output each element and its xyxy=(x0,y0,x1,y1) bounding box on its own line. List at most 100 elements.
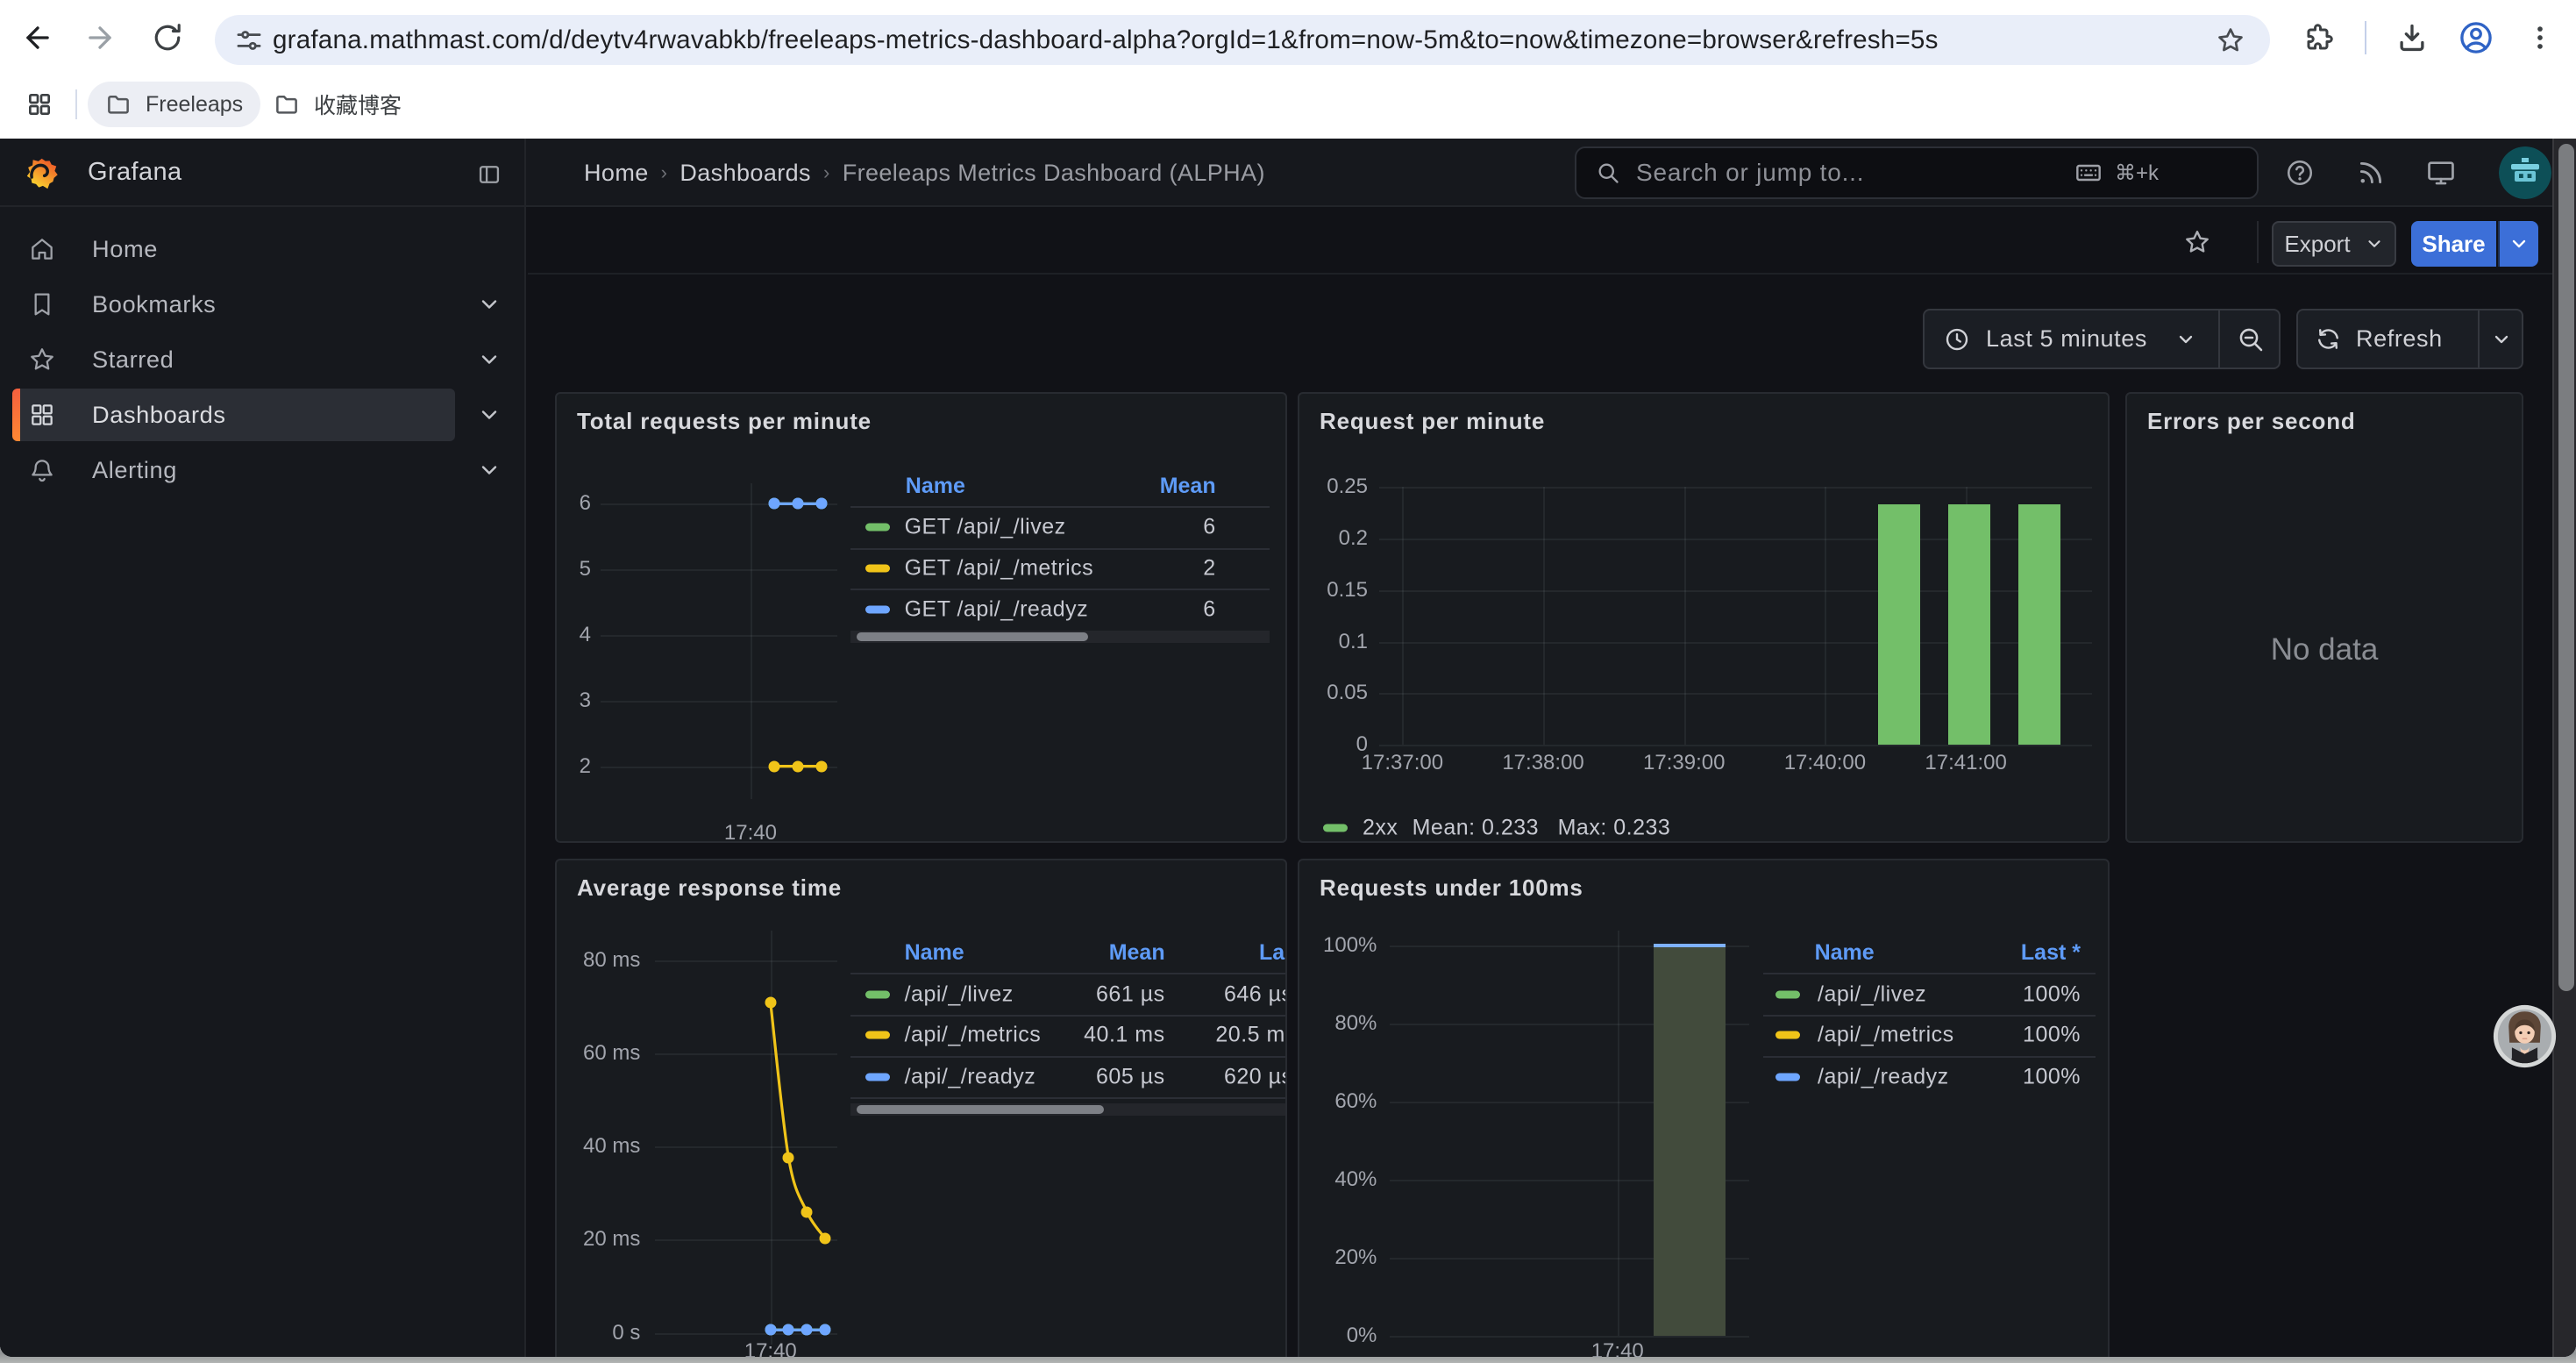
legend-series-name[interactable]: /api/_/readyz xyxy=(905,1064,1036,1089)
legend-series-name[interactable]: /api/_/livez xyxy=(1818,981,1926,1007)
time-range-picker[interactable]: Last 5 minutes xyxy=(1923,309,2281,369)
apps-grid-icon[interactable] xyxy=(19,84,60,125)
user-avatar[interactable] xyxy=(2499,146,2551,199)
sidebar-item-starred[interactable]: Starred xyxy=(0,332,526,388)
share-menu-button[interactable] xyxy=(2498,221,2538,267)
toolbar-divider xyxy=(2257,221,2259,263)
help-icon[interactable] xyxy=(2285,158,2315,188)
nav-highlight xyxy=(12,333,455,386)
x-axis-tick: 17:39:00 xyxy=(1643,751,1725,775)
rss-icon[interactable] xyxy=(2356,158,2386,188)
gridline xyxy=(1402,487,1404,745)
url-bar[interactable]: grafana.mathmast.com/d/deytv4rwavabkb/fr… xyxy=(215,15,2270,65)
x-axis-tick: 17:37:00 xyxy=(1362,751,1443,775)
profile-icon[interactable] xyxy=(2456,18,2496,58)
breadcrumb-dashboards[interactable]: Dashboards xyxy=(680,160,811,187)
panel-average-response-time[interactable]: Average response time 80 ms60 ms40 ms20 … xyxy=(555,859,1287,1357)
reload-button[interactable] xyxy=(147,18,188,58)
legend-series-mean: 605 µs xyxy=(1060,1064,1165,1089)
legend-separator xyxy=(850,589,1270,590)
series-point xyxy=(765,1324,776,1336)
url-text: grafana.mathmast.com/d/deytv4rwavabkb/fr… xyxy=(273,15,1939,65)
series-point xyxy=(801,1324,813,1336)
chevron-right-icon: › xyxy=(661,161,668,184)
browser-window: grafana.mathmast.com/d/deytv4rwavabkb/fr… xyxy=(0,0,2576,1357)
grafana-logo[interactable] xyxy=(25,155,60,190)
y-axis-tick: 80% xyxy=(1299,1011,1377,1036)
y-axis-tick: 0.1 xyxy=(1299,630,1368,654)
chevron-down-icon[interactable] xyxy=(477,347,502,372)
search-placeholder: Search or jump to... xyxy=(1636,159,1864,187)
menu-kebab-icon[interactable] xyxy=(2520,18,2560,58)
legend-series-name[interactable]: /api/_/metrics xyxy=(905,1023,1042,1048)
chevron-down-icon[interactable] xyxy=(477,458,502,482)
refresh-label: Refresh xyxy=(2356,325,2443,353)
bookmark-star-icon[interactable] xyxy=(2210,20,2251,61)
group-divider xyxy=(2218,310,2220,368)
refresh-controls[interactable]: Refresh xyxy=(2296,309,2523,369)
bookmark-label: Freeleaps xyxy=(146,92,243,118)
sidebar-item-home[interactable]: Home xyxy=(0,222,526,277)
legend-series-name[interactable]: GET /api/_/livez xyxy=(905,515,1066,540)
sidebar-item-alerting[interactable]: Alerting xyxy=(0,443,526,498)
legend-separator xyxy=(1763,1056,2096,1058)
collapse-sidebar-icon[interactable] xyxy=(477,161,502,186)
brand-title: Grafana xyxy=(88,139,182,207)
sidebar-item-dashboards[interactable]: Dashboards xyxy=(0,388,526,443)
legend-series-mean: 40.1 ms xyxy=(1060,1023,1165,1048)
legend-series-name[interactable]: GET /api/_/metrics xyxy=(905,555,1094,581)
panel-errors-per-second[interactable]: Errors per second No data xyxy=(2125,392,2523,843)
y-axis-tick: 60% xyxy=(1299,1089,1377,1114)
breadcrumb-current: Freeleaps Metrics Dashboard (ALPHA) xyxy=(843,160,1265,187)
series-point xyxy=(783,1324,794,1336)
legend-series-name[interactable]: GET /api/_/readyz xyxy=(905,597,1089,623)
legend-swatch xyxy=(1323,824,1348,832)
chevron-down-icon[interactable] xyxy=(477,403,502,427)
zoom-out-icon[interactable] xyxy=(2237,325,2265,353)
bell-icon xyxy=(28,456,56,484)
favorite-star-icon[interactable] xyxy=(2183,228,2211,256)
legend-series-mean: 661 µs xyxy=(1060,981,1165,1007)
downloads-icon[interactable] xyxy=(2392,18,2432,58)
legend-series-last: 620 µs xyxy=(1224,1064,1287,1089)
nav-highlight xyxy=(12,389,455,441)
panel-title: Requests under 100ms xyxy=(1320,874,1583,902)
nav-highlight xyxy=(12,444,455,496)
forward-button[interactable] xyxy=(80,18,120,58)
bookmark-folder-blogs[interactable]: 收藏博客 xyxy=(256,82,419,127)
chevron-down-icon xyxy=(2175,329,2196,350)
site-settings-icon[interactable] xyxy=(229,20,269,61)
apps-icon xyxy=(28,401,56,429)
legend-series-name: 2xx xyxy=(1363,816,1398,841)
legend-header-last: Last * xyxy=(1259,940,1287,966)
panel-request-per-minute[interactable]: Request per minute 00.050.10.150.20.2517… xyxy=(1298,392,2110,843)
legend-series-name[interactable]: /api/_/readyz xyxy=(1818,1064,1949,1089)
extensions-icon[interactable] xyxy=(2299,18,2339,58)
legend-series-name[interactable]: /api/_/livez xyxy=(905,981,1014,1007)
page-scrollbar[interactable] xyxy=(2552,139,2576,1357)
panel-total-requests-per-minute[interactable]: Total requests per minute 6543217:40 Nam… xyxy=(555,392,1287,843)
legend-series-name[interactable]: /api/_/metrics xyxy=(1818,1023,1954,1048)
export-button[interactable]: Export xyxy=(2272,221,2396,267)
y-axis-tick: 0.2 xyxy=(1299,526,1368,551)
search-icon xyxy=(1596,161,1620,185)
chevron-down-icon xyxy=(2491,329,2512,350)
breadcrumb-home[interactable]: Home xyxy=(584,160,649,187)
legend-separator xyxy=(850,1056,1287,1058)
bookmark-folder-freeleaps[interactable]: Freeleaps xyxy=(88,82,260,127)
sidebar-item-label: Starred xyxy=(92,332,174,388)
gridline xyxy=(1825,487,1826,745)
clock-icon xyxy=(1944,326,1970,353)
monitor-icon[interactable] xyxy=(2425,158,2457,188)
bar-2xx xyxy=(1948,504,1990,745)
y-axis-tick: 100% xyxy=(1299,933,1377,958)
sidebar-item-bookmarks[interactable]: Bookmarks xyxy=(0,277,526,332)
legend-series-value: 6 xyxy=(1111,515,1216,540)
scrollbar-thumb[interactable] xyxy=(2558,144,2574,991)
chevron-down-icon[interactable] xyxy=(477,292,502,317)
group-divider xyxy=(2478,310,2480,368)
back-button[interactable] xyxy=(18,18,58,58)
panel-requests-under-100ms[interactable]: Requests under 100ms 100%80%60%40%20%0%1… xyxy=(1298,859,2110,1357)
share-button[interactable]: Share xyxy=(2411,221,2496,267)
search-input[interactable]: Search or jump to... ⌘+k xyxy=(1575,146,2259,199)
